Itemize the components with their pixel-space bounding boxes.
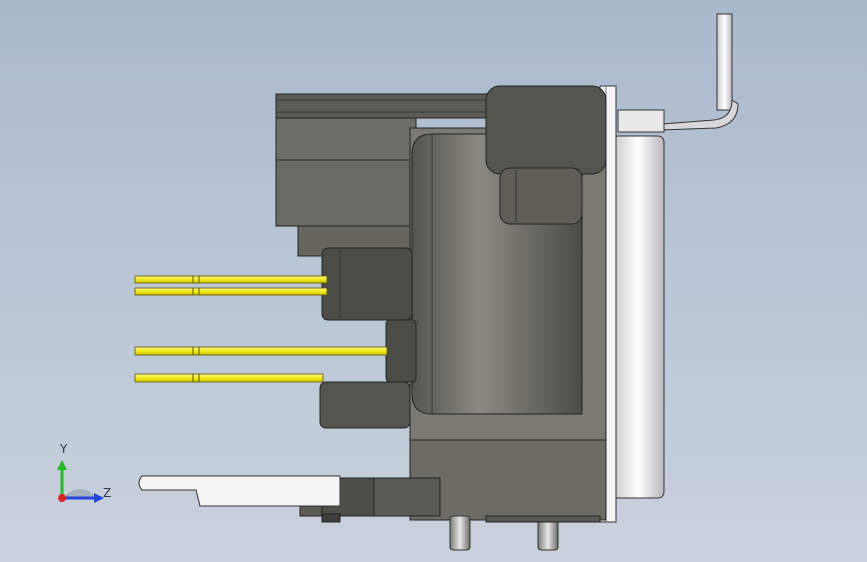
mounting-post-left[interactable]: [449, 515, 471, 551]
top-mounting-bracket[interactable]: [617, 13, 739, 133]
pin-1[interactable]: [134, 275, 328, 284]
pin-4[interactable]: [134, 373, 324, 383]
pin-3[interactable]: [134, 346, 388, 356]
z-axis-label: Z: [103, 486, 112, 500]
front-flange[interactable]: [599, 85, 665, 523]
bottom-ground-tab[interactable]: [138, 475, 341, 507]
pin-2[interactable]: [134, 287, 328, 296]
pin-sleeve-lower[interactable]: [319, 319, 417, 429]
connector-3d-model[interactable]: [0, 0, 867, 562]
pin-sleeve-upper[interactable]: [321, 247, 413, 321]
cad-viewport[interactable]: Y Z: [0, 0, 867, 562]
x-axis-icon: [58, 494, 66, 502]
y-axis-label: Y: [60, 442, 68, 456]
coordinate-triad: [57, 460, 104, 503]
